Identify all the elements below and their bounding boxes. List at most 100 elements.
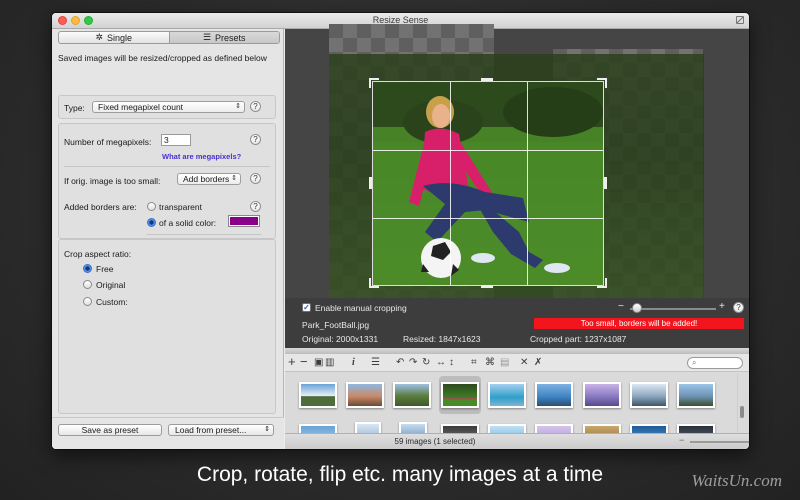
load-preset-button[interactable]: Load from preset... ⇕ [168,424,274,436]
list-icon[interactable]: ☰ [371,356,380,369]
aspect-custom-radio[interactable] [83,297,92,306]
crop-handle-top-right[interactable] [597,78,607,88]
aspect-free-radio[interactable] [83,264,92,273]
aspect-ratio-label: Crop aspect ratio: [64,249,132,259]
tab-single-label: Single [107,32,133,43]
divider [64,166,270,167]
paste-icon[interactable]: ▤ [500,356,509,369]
rotate-left-icon[interactable]: ↶ [396,356,404,369]
thumbnail[interactable] [583,382,621,408]
thumbnail[interactable] [630,382,668,408]
clear-icon[interactable]: ✗ [534,356,542,369]
add-icon[interactable]: + [288,355,296,368]
megapixels-input[interactable]: 3 [161,134,191,146]
zoom-slider-track[interactable] [630,308,716,310]
thumbnail-size-small-icon[interactable]: − [679,435,684,445]
type-select[interactable]: Fixed megapixel count ⇕ [92,101,245,113]
warning-banner: Too small, borders will be added! [534,318,744,329]
trash-icon[interactable]: ▥ [325,356,334,369]
thumbnail[interactable] [441,382,479,408]
tab-presets[interactable]: ☰ Presets [168,32,279,43]
thumbnail[interactable] [630,424,668,433]
aspect-original-radio[interactable] [83,280,92,289]
photo-illustration [373,82,603,285]
crop-handle-right[interactable] [604,177,607,189]
help-icon[interactable]: ? [733,302,744,313]
zoom-slider-knob[interactable] [632,303,642,313]
close-icon[interactable]: ✕ [520,356,528,369]
border-solid-color-radio[interactable] [147,218,156,227]
tab-single[interactable]: ✲ Single [59,32,169,43]
scrollbar-thumb[interactable] [740,406,744,418]
too-small-select[interactable]: Add borders ⇕ [177,173,241,185]
search-icon: ⌕ [692,358,697,367]
thumbnail[interactable] [535,382,573,408]
crop-handle-bottom[interactable] [481,285,493,288]
image-count: 59 images (1 selected) [394,437,476,446]
save-icon[interactable]: ▣ [314,356,323,369]
image-preview[interactable] [285,24,749,324]
thumbnail-size-slider-track[interactable] [690,441,749,443]
too-small-select-value: Add borders [183,174,230,184]
crop-icon[interactable]: ⌗ [471,356,477,369]
flip-vertical-icon[interactable]: ↕ [449,356,454,369]
crop-grid-line [527,82,528,285]
border-transparent-radio[interactable] [147,202,156,211]
type-select-value: Fixed megapixel count [98,102,184,112]
thumbnail[interactable] [488,424,526,433]
thumbnail-scrollbar[interactable] [737,374,745,432]
thumbnail[interactable] [393,382,431,408]
thumbnail[interactable] [399,422,427,433]
original-size: Original: 2000x1331 [302,334,379,344]
thumbnail[interactable] [583,424,621,433]
help-icon[interactable]: ? [250,101,261,112]
divider [147,234,261,235]
borders-label: Added borders are: [64,202,137,212]
crop-grid-line [373,150,603,151]
border-transparent-label: transparent [159,202,202,212]
zoom-in-icon[interactable]: + [719,301,725,312]
rotate-icon[interactable]: ↻ [422,356,430,369]
crop-handle-top[interactable] [481,78,493,81]
popup-arrows-icon: ⇕ [264,426,270,433]
megapixels-help-link[interactable]: What are megapixels? [162,152,241,161]
crop-handle-bottom-left[interactable] [369,278,379,288]
crop-handle-left[interactable] [369,177,372,189]
thumbnail[interactable] [441,424,479,433]
thumbnail[interactable] [299,382,337,408]
thumbnail[interactable] [677,424,715,433]
help-icon[interactable]: ? [250,173,261,184]
flip-horizontal-icon[interactable]: ↔ [436,356,446,369]
too-small-label: If orig. image is too small: [64,176,161,186]
thumbnail[interactable] [299,424,337,433]
cropped-size: Cropped part: 1237x1087 [530,334,627,344]
border-color-well[interactable] [228,215,260,227]
crop-grid-line [450,82,451,285]
app-window: Resize Sense ✲ Single ☰ Presets Saved im… [52,13,749,449]
file-name: Park_FootBall.jpg [302,320,370,330]
popup-arrows-icon: ⇕ [231,175,237,182]
crop-handle-bottom-right[interactable] [597,278,607,288]
info-icon[interactable]: i [352,356,355,369]
save-preset-button[interactable]: Save as preset [58,424,162,436]
popup-arrows-icon: ⇕ [235,103,241,110]
remove-icon[interactable]: − [300,355,308,368]
thumbnail[interactable] [677,382,715,408]
fullscreen-icon[interactable] [736,16,744,24]
search-input[interactable]: ⌕ [687,357,743,369]
caption: Crop, rotate, flip etc. many images at a… [196,463,604,486]
help-icon[interactable]: ? [250,134,261,145]
crop-handle-top-left[interactable] [369,78,379,88]
thumbnail[interactable] [488,382,526,408]
auto-crop-icon[interactable]: ⌘ [485,356,495,369]
zoom-out-icon[interactable]: − [618,301,624,312]
thumbnail[interactable] [355,422,381,433]
settings-panel: ✲ Single ☰ Presets Saved images will be … [52,29,284,449]
thumbnail[interactable] [346,382,384,408]
help-icon[interactable]: ? [250,201,261,212]
list-icon: ☰ [202,32,212,42]
thumbnail[interactable] [535,424,573,433]
rotate-right-icon[interactable]: ↷ [409,356,417,369]
enable-cropping-label: Enable manual cropping [315,303,407,313]
enable-cropping-checkbox[interactable]: ✓ [302,303,311,312]
